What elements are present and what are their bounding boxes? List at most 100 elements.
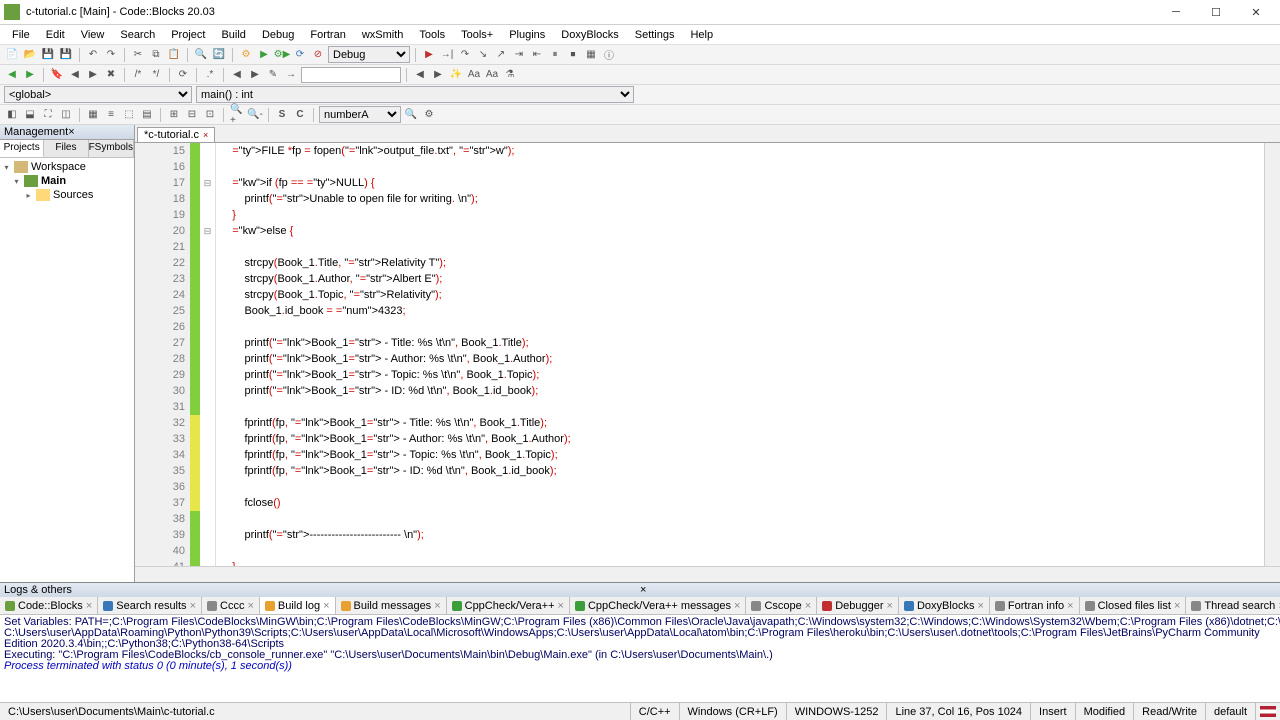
menu-settings[interactable]: Settings — [627, 27, 683, 43]
menu-wxsmith[interactable]: wxSmith — [354, 27, 412, 43]
symbol-search-select[interactable]: numberA — [319, 106, 401, 123]
run-to-cursor-icon[interactable]: →| — [439, 47, 455, 63]
menu-edit[interactable]: Edit — [38, 27, 73, 43]
log-tab-9[interactable]: DoxyBlocks× — [899, 597, 990, 614]
tree-sources[interactable]: ▸Sources — [24, 188, 132, 202]
open-file-icon[interactable]: 📂 — [22, 47, 38, 63]
rebuild-icon[interactable]: ⟳ — [292, 47, 308, 63]
next-line-icon[interactable]: ↷ — [457, 47, 473, 63]
select-line-icon[interactable]: ≡ — [103, 107, 119, 123]
goto-input[interactable] — [301, 67, 401, 83]
tab-projects[interactable]: Projects — [0, 140, 44, 157]
horizontal-scrollbar[interactable] — [135, 566, 1280, 582]
goto-icon[interactable]: → — [283, 67, 299, 83]
swap-icon[interactable]: C — [292, 107, 308, 123]
fold1-icon[interactable]: ⊞ — [166, 107, 182, 123]
menu-help[interactable]: Help — [682, 27, 721, 43]
nav-fwd-icon[interactable]: ▶ — [430, 67, 446, 83]
select-block-icon[interactable]: ▦ — [85, 107, 101, 123]
tree-workspace[interactable]: ▾Workspace — [2, 160, 132, 174]
toggle-bottom-icon[interactable]: ⬓ — [22, 107, 38, 123]
debug-icon[interactable]: ▶ — [421, 47, 437, 63]
highlight-next-icon[interactable]: ▶ — [247, 67, 263, 83]
search-go-icon[interactable]: 🔍 — [403, 107, 419, 123]
zoom-out-icon[interactable]: 🔍- — [247, 107, 263, 123]
highlight-prev-icon[interactable]: ◀ — [229, 67, 245, 83]
scope-global-select[interactable]: <global> — [4, 86, 192, 103]
save-all-icon[interactable]: 💾 — [58, 47, 74, 63]
log-tab-2[interactable]: Cccc× — [202, 597, 260, 614]
log-tab-11[interactable]: Closed files list× — [1080, 597, 1187, 614]
new-file-icon[interactable]: 📄 — [4, 47, 20, 63]
logs-body[interactable]: Set Variables: PATH=;C:\Program Files\Co… — [0, 615, 1280, 702]
log-tab-10[interactable]: Fortran info× — [990, 597, 1080, 614]
log-tab-4[interactable]: Build messages× — [336, 597, 447, 614]
bookmark-toggle-icon[interactable]: 🔖 — [49, 67, 65, 83]
menu-view[interactable]: View — [73, 27, 113, 43]
undo-icon[interactable]: ↶ — [85, 47, 101, 63]
fold3-icon[interactable]: ⊡ — [202, 107, 218, 123]
menu-fortran[interactable]: Fortran — [302, 27, 353, 43]
code-editor[interactable]: 1516171819202122232425262728293031323334… — [135, 143, 1280, 566]
bookmark-prev-icon[interactable]: ◀ — [67, 67, 83, 83]
forward-icon[interactable]: ▶ — [22, 67, 38, 83]
copy-icon[interactable]: ⧉ — [148, 47, 164, 63]
lang-flag-icon[interactable] — [1260, 706, 1276, 717]
replace-icon[interactable]: 🔄 — [211, 47, 227, 63]
project-tree[interactable]: ▾Workspace ▾Main ▸Sources — [0, 158, 134, 582]
build-target-select[interactable]: Debug — [328, 46, 410, 63]
paste-icon[interactable]: 📋 — [166, 47, 182, 63]
minimize-button[interactable]: ─ — [1156, 1, 1196, 23]
menu-doxyblocks[interactable]: DoxyBlocks — [553, 27, 626, 43]
menu-tools[interactable]: Tools — [411, 27, 453, 43]
maximize-button[interactable]: ☐ — [1196, 1, 1236, 23]
select-all-icon[interactable]: ▤ — [139, 107, 155, 123]
menu-file[interactable]: File — [4, 27, 38, 43]
log-tab-6[interactable]: CppCheck/Vera++ messages× — [570, 597, 747, 614]
back-icon[interactable]: ◀ — [4, 67, 20, 83]
debug-windows-icon[interactable]: ▦ — [583, 47, 599, 63]
highlight-icon[interactable]: ✎ — [265, 67, 281, 83]
select-word-icon[interactable]: ⬚ — [121, 107, 137, 123]
search-opt-icon[interactable]: ⚙ — [421, 107, 437, 123]
fold-column[interactable]: ⊟⊟ — [200, 143, 216, 566]
split-icon[interactable]: ◫ — [58, 107, 74, 123]
log-tab-0[interactable]: Code::Blocks× — [0, 597, 98, 614]
editor-tab-active[interactable]: *c-tutorial.c× — [137, 127, 215, 142]
log-tab-12[interactable]: Thread search× — [1186, 597, 1280, 614]
step-out-icon[interactable]: ↗ — [493, 47, 509, 63]
cut-icon[interactable]: ✂ — [130, 47, 146, 63]
menu-search[interactable]: Search — [112, 27, 163, 43]
log-tab-1[interactable]: Search results× — [98, 597, 202, 614]
bookmark-clear-icon[interactable]: ✖ — [103, 67, 119, 83]
source-icon[interactable]: S — [274, 107, 290, 123]
filter-icon[interactable]: ⚗ — [502, 67, 518, 83]
menu-plugins[interactable]: Plugins — [501, 27, 553, 43]
abort-icon[interactable]: ⊘ — [310, 47, 326, 63]
log-tab-3[interactable]: Build log× — [260, 597, 336, 614]
step-into-icon[interactable]: ↘ — [475, 47, 491, 63]
fold2-icon[interactable]: ⊟ — [184, 107, 200, 123]
tab-files[interactable]: Files — [44, 140, 88, 157]
stop-debug-icon[interactable]: ⏹ — [565, 47, 581, 63]
bookmark-next-icon[interactable]: ▶ — [85, 67, 101, 83]
aa2-icon[interactable]: Aa — [484, 67, 500, 83]
fullscreen-icon[interactable]: ⛶ — [40, 107, 56, 123]
nav-back-icon[interactable]: ◀ — [412, 67, 428, 83]
toggle-sidebar-icon[interactable]: ◧ — [4, 107, 20, 123]
build-run-icon[interactable]: ⚙▶ — [274, 47, 290, 63]
info-icon[interactable]: ⓘ — [601, 47, 617, 63]
scope-func-select[interactable]: main() : int — [196, 86, 634, 103]
menu-project[interactable]: Project — [163, 27, 213, 43]
run-icon[interactable]: ▶ — [256, 47, 272, 63]
close-button[interactable]: ✕ — [1236, 1, 1276, 23]
management-close-icon[interactable]: × — [68, 126, 130, 138]
aa-icon[interactable]: Aa — [466, 67, 482, 83]
regex-icon[interactable]: .* — [202, 67, 218, 83]
source-text[interactable]: ="ty">FILE *fp = fopen("="lnk">output_fi… — [216, 143, 1264, 566]
logs-close-icon[interactable]: × — [640, 584, 1276, 596]
vertical-scrollbar[interactable] — [1264, 143, 1280, 566]
log-tab-8[interactable]: Debugger× — [817, 597, 899, 614]
wand-icon[interactable]: ✨ — [448, 67, 464, 83]
zoom-in-icon[interactable]: 🔍+ — [229, 107, 245, 123]
